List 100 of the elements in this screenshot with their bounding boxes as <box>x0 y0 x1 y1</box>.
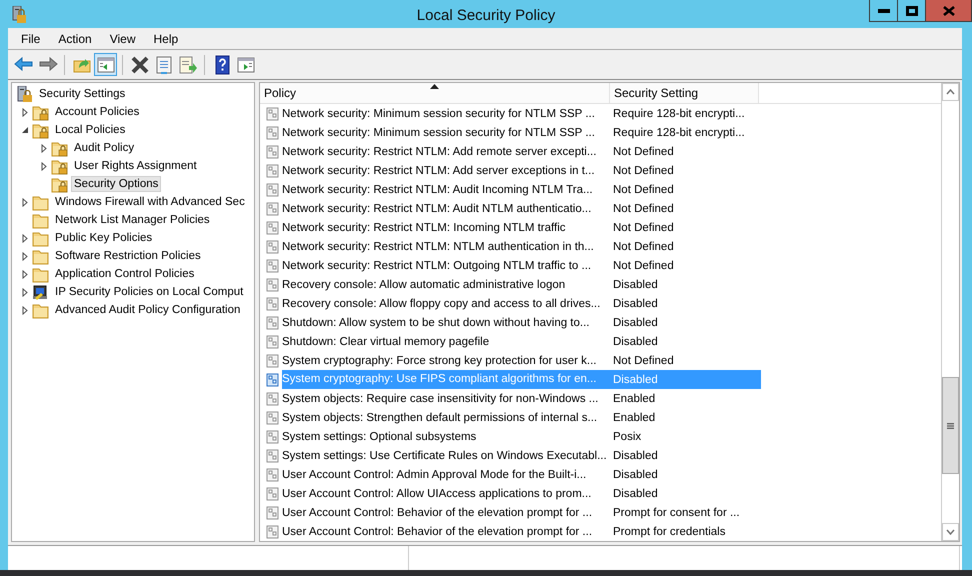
table-cell[interactable]: System settings: Optional subsystems <box>282 430 476 442</box>
menu-item[interactable]: File <box>12 30 50 48</box>
table-cell[interactable]: Network security: Restrict NTLM: Incoming NTLM traffic <box>282 222 566 234</box>
menu-item[interactable]: Action <box>49 30 101 48</box>
collapsed-arrow-icon[interactable] <box>22 198 28 206</box>
policy-icon <box>266 392 279 406</box>
tree-item[interactable]: Security Settings <box>36 86 128 102</box>
table-cell[interactable]: Network security: Restrict NTLM: Audit NTLM authenticatio... <box>282 202 592 214</box>
table-cell[interactable]: Not Defined <box>609 180 761 199</box>
tree-item[interactable]: Advanced Audit Policy Configuration <box>52 302 244 318</box>
collapsed-arrow-icon[interactable] <box>22 234 28 242</box>
table-cell[interactable]: User Account Control: Admin Approval Mode for the Built-i... <box>282 468 586 480</box>
collapsed-arrow-icon[interactable] <box>41 144 47 152</box>
sort-arrow-icon <box>430 84 439 89</box>
scrollbar[interactable] <box>941 83 959 541</box>
table-cell[interactable]: Require 128-bit encrypti... <box>609 104 761 123</box>
table-cell[interactable]: System objects: Strengthen default permissions of internal s... <box>282 412 598 424</box>
tree-item[interactable]: Local Policies <box>52 122 128 138</box>
tree-item[interactable]: Account Policies <box>52 104 142 120</box>
table-cell[interactable]: Network security: Restrict NTLM: NTLM authentication in th... <box>282 240 594 252</box>
table-cell[interactable]: Enabled <box>609 389 761 408</box>
policy-icon <box>266 506 279 520</box>
collapsed-arrow-icon[interactable] <box>22 306 28 314</box>
policy-icon <box>266 278 279 292</box>
console-tree-button[interactable] <box>94 53 117 76</box>
table-cell[interactable]: User Account Control: Behavior of the elevation prompt for ... <box>282 506 592 518</box>
collapsed-arrow-icon[interactable] <box>22 270 28 278</box>
table-cell[interactable]: Disabled <box>609 313 761 332</box>
table-cell[interactable]: Network security: Minimum session security for NTLM SSP ... <box>282 108 595 120</box>
table-cell[interactable]: Disabled <box>609 294 761 313</box>
table-cell[interactable]: Posix <box>609 427 761 446</box>
close-button[interactable] <box>926 0 971 21</box>
tree-item[interactable]: Public Key Policies <box>52 230 156 246</box>
table-cell[interactable]: Shutdown: Clear virtual memory pagefile <box>282 336 490 348</box>
policy-icon <box>266 202 279 216</box>
table-cell[interactable]: Recovery console: Allow automatic administrative logon <box>282 278 566 290</box>
table-cell[interactable]: Prompt for consent for ... <box>609 503 761 522</box>
table-cell[interactable]: Recovery console: Allow floppy copy and access to all drives... <box>282 298 600 310</box>
policy-icon <box>266 372 279 386</box>
table-cell[interactable]: Prompt for credentials <box>609 522 761 541</box>
table-cell[interactable]: Not Defined <box>609 237 761 256</box>
scroll-thumb[interactable] <box>942 377 959 474</box>
tree-item[interactable]: Windows Firewall with Advanced Sec <box>52 194 248 210</box>
table-cell[interactable]: Not Defined <box>609 142 761 161</box>
table-cell[interactable]: Network security: Restrict NTLM: Add remote server excepti... <box>282 146 596 158</box>
table-cell[interactable]: Network security: Restrict NTLM: Add server exceptions in t... <box>282 164 595 176</box>
table-cell[interactable]: Disabled <box>609 332 761 351</box>
tree-item[interactable]: Security Options <box>71 176 162 192</box>
table-cell[interactable]: Disabled <box>609 275 761 294</box>
table-cell[interactable]: Not Defined <box>609 351 761 370</box>
policy-icon <box>266 316 279 330</box>
tree-item[interactable]: Network List Manager Policies <box>52 212 213 228</box>
table-cell[interactable]: Not Defined <box>609 161 761 180</box>
collapsed-arrow-icon[interactable] <box>22 288 28 296</box>
server-lock-icon <box>16 86 33 102</box>
policy-icon <box>266 240 279 254</box>
folder-icon <box>32 248 49 264</box>
scroll-up-icon[interactable] <box>946 89 955 95</box>
table-cell[interactable]: Disabled <box>609 465 761 484</box>
policy-icon <box>266 106 279 120</box>
table-cell[interactable]: Disabled <box>609 484 761 503</box>
collapsed-arrow-icon[interactable] <box>22 108 28 116</box>
folder-icon <box>32 194 49 210</box>
policy-icon <box>266 524 279 538</box>
table-cell[interactable]: System cryptography: Force strong key protection for user k... <box>282 354 596 366</box>
folder-icon <box>32 302 49 318</box>
table-cell[interactable]: Require 128-bit encrypti... <box>609 123 761 142</box>
table-cell[interactable]: System settings: Use Certificate Rules on Windows Executabl... <box>282 450 607 462</box>
folder-icon <box>32 266 49 282</box>
tree-item[interactable]: Audit Policy <box>71 140 138 156</box>
scroll-down-icon[interactable] <box>946 529 955 535</box>
expanded-arrow-icon[interactable] <box>21 126 29 134</box>
table-cell[interactable]: Shutdown: Allow system to be shut down without having to... <box>282 316 590 328</box>
table-cell[interactable]: Not Defined <box>609 218 761 237</box>
locked-folder-icon <box>51 140 68 156</box>
app-icon <box>12 6 26 24</box>
column-header[interactable]: Security Setting <box>610 83 759 103</box>
close-icon <box>942 6 954 16</box>
tree-item[interactable]: User Rights Assignment <box>71 158 200 174</box>
tree-item[interactable]: Application Control Policies <box>52 266 198 282</box>
table-cell[interactable]: User Account Control: Behavior of the elevation prompt for ... <box>282 526 592 538</box>
tree-item[interactable]: IP Security Policies on Local Comput <box>52 284 246 300</box>
tree-item[interactable]: Software Restriction Policies <box>52 248 204 264</box>
policy-icon <box>266 354 279 368</box>
table-cell[interactable]: Not Defined <box>609 256 761 275</box>
table-cell[interactable]: Network security: Restrict NTLM: Audit Incoming NTLM Tra... <box>282 184 593 196</box>
table-cell[interactable]: Not Defined <box>609 199 761 218</box>
table-cell[interactable]: Disabled <box>609 446 761 465</box>
column-header[interactable]: Policy <box>260 83 610 103</box>
table-cell[interactable]: Network security: Minimum session security for NTLM SSP ... <box>282 126 595 138</box>
table-cell[interactable]: Network security: Restrict NTLM: Outgoing NTLM traffic to ... <box>282 260 592 272</box>
collapsed-arrow-icon[interactable] <box>22 252 28 260</box>
table-cell[interactable]: Enabled <box>609 408 761 427</box>
locked-folder-icon <box>51 176 68 192</box>
policy-icon <box>266 126 279 140</box>
menu-item[interactable]: Help <box>144 30 188 48</box>
table-cell[interactable]: System objects: Require case insensitivity for non-Windows ... <box>282 392 598 404</box>
table-cell[interactable]: User Account Control: Allow UIAccess applications to prom... <box>282 488 592 500</box>
menu-item[interactable]: View <box>100 30 144 48</box>
collapsed-arrow-icon[interactable] <box>41 162 47 170</box>
